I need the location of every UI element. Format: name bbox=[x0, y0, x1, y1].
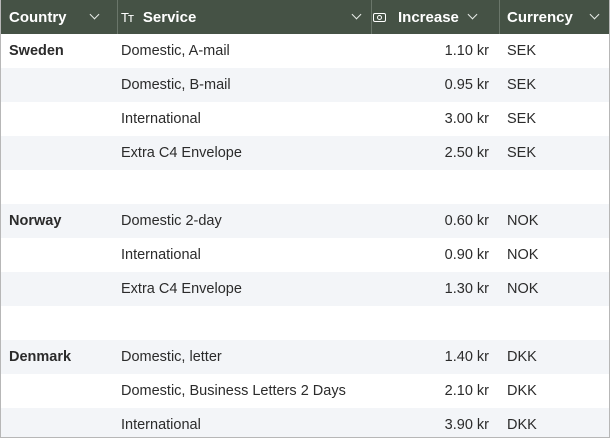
column-header-service[interactable]: Tт Service bbox=[109, 0, 371, 34]
chevron-down-icon[interactable] bbox=[591, 13, 599, 21]
service-cell: Domestic 2-day bbox=[121, 213, 222, 229]
service-cell: Extra C4 Envelope bbox=[121, 145, 242, 161]
increase-cell: 2.50 kr bbox=[444, 145, 489, 161]
increase-cell: 0.90 kr bbox=[444, 247, 489, 263]
service-cell: Extra C4 Envelope bbox=[121, 281, 242, 297]
service-cell: International bbox=[121, 247, 201, 263]
table-header: Country Tт Service Increase Currency bbox=[1, 0, 609, 34]
text-type-icon: Tт bbox=[121, 9, 134, 25]
service-cell: Domestic, B-mail bbox=[121, 77, 231, 93]
table-row[interactable]: Domestic, B-mail 0.95 kr SEK bbox=[1, 68, 609, 102]
currency-cell: SEK bbox=[507, 43, 537, 59]
currency-cell: DKK bbox=[507, 417, 537, 433]
increase-cell: 1.40 kr bbox=[444, 349, 489, 365]
service-cell: International bbox=[121, 417, 201, 433]
table-row[interactable] bbox=[1, 170, 609, 204]
service-cell: Domestic, Business Letters 2 Days bbox=[121, 383, 346, 399]
country-cell: Sweden bbox=[9, 43, 64, 59]
table-row[interactable]: International 3.00 kr SEK bbox=[1, 102, 609, 136]
table-row[interactable] bbox=[1, 306, 609, 340]
table-row[interactable]: Denmark Domestic, letter 1.40 kr DKK bbox=[1, 340, 609, 374]
service-cell: Domestic, letter bbox=[121, 349, 222, 365]
increase-cell: 1.10 kr bbox=[444, 43, 489, 59]
data-table: Country Tт Service Increase Currency Swe… bbox=[0, 0, 610, 438]
column-header-label: Country bbox=[9, 8, 67, 26]
table-row[interactable]: International 0.90 kr NOK bbox=[1, 238, 609, 272]
increase-cell: 1.30 kr bbox=[444, 281, 489, 297]
column-header-label: Currency bbox=[507, 8, 573, 26]
money-icon bbox=[373, 12, 386, 22]
currency-cell: NOK bbox=[507, 281, 539, 297]
table-row[interactable]: International 3.90 kr DKK bbox=[1, 408, 609, 437]
country-cell: Denmark bbox=[9, 349, 72, 365]
table-row[interactable]: Norway Domestic 2-day 0.60 kr NOK bbox=[1, 204, 609, 238]
service-cell: International bbox=[121, 111, 201, 127]
currency-cell: SEK bbox=[507, 145, 537, 161]
chevron-down-icon[interactable] bbox=[469, 13, 477, 21]
column-header-country[interactable]: Country bbox=[1, 0, 109, 34]
country-cell: Norway bbox=[9, 213, 62, 229]
increase-cell: 3.90 kr bbox=[444, 417, 489, 433]
currency-cell: SEK bbox=[507, 111, 537, 127]
currency-cell: NOK bbox=[507, 213, 539, 229]
table-row[interactable]: Domestic, Business Letters 2 Days 2.10 kr… bbox=[1, 374, 609, 408]
column-header-label: Service bbox=[142, 8, 197, 26]
table-row[interactable]: Extra C4 Envelope 1.30 kr NOK bbox=[1, 272, 609, 306]
currency-cell: DKK bbox=[507, 383, 537, 399]
column-header-label: Increase bbox=[398, 8, 459, 26]
table-row[interactable]: Extra C4 Envelope 2.50 kr SEK bbox=[1, 136, 609, 170]
increase-cell: 3.00 kr bbox=[444, 111, 489, 127]
column-header-currency[interactable]: Currency bbox=[499, 0, 609, 34]
currency-cell: SEK bbox=[507, 77, 537, 93]
currency-cell: NOK bbox=[507, 247, 539, 263]
increase-cell: 0.60 kr bbox=[444, 213, 489, 229]
increase-cell: 2.10 kr bbox=[444, 383, 489, 399]
increase-cell: 0.95 kr bbox=[444, 77, 489, 93]
service-cell: Domestic, A-mail bbox=[121, 43, 230, 59]
chevron-down-icon[interactable] bbox=[91, 13, 99, 21]
table-body: Sweden Domestic, A-mail 1.10 kr SEK Domestic… bbox=[1, 34, 609, 437]
currency-cell: DKK bbox=[507, 349, 537, 365]
table-row[interactable]: Sweden Domestic, A-mail 1.10 kr SEK bbox=[1, 34, 609, 68]
column-header-increase[interactable]: Increase bbox=[371, 0, 499, 34]
chevron-down-icon[interactable] bbox=[353, 13, 361, 21]
